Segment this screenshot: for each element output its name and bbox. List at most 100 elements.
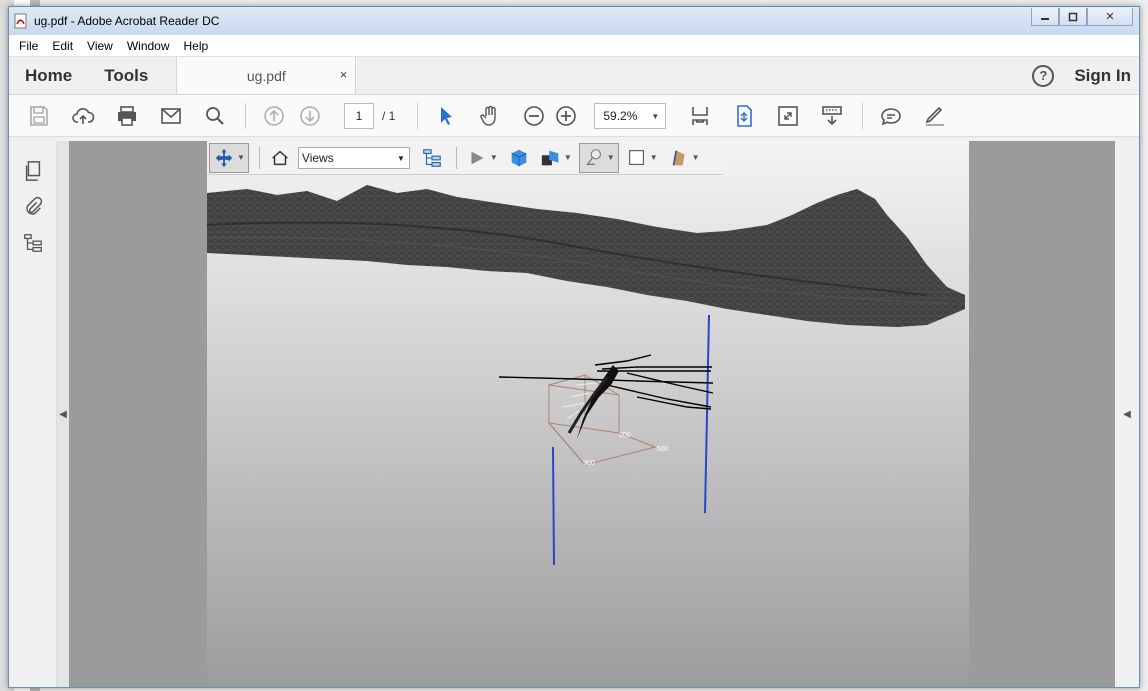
window-controls: ✕	[1031, 8, 1133, 28]
toolbar-separator	[258, 146, 260, 169]
page-fit-icon	[737, 104, 753, 127]
restore-button[interactable]	[1059, 8, 1087, 26]
tab-home[interactable]: Home	[9, 57, 88, 94]
chevron-down-icon: ▼	[237, 153, 245, 162]
cube-icon	[511, 149, 527, 166]
window-title: ug.pdf - Adobe Acrobat Reader DC	[34, 14, 220, 28]
rotate-view-button[interactable]	[728, 100, 760, 132]
projection-button[interactable]	[505, 143, 533, 173]
minimize-button[interactable]	[1031, 8, 1059, 26]
tab-tools[interactable]: Tools	[88, 57, 164, 94]
default-view-button[interactable]	[266, 143, 294, 173]
read-mode-button[interactable]	[816, 100, 848, 132]
model-tree-button[interactable]	[9, 225, 57, 261]
acrobat-window: ug.pdf - Adobe Acrobat Reader DC ✕ File …	[8, 6, 1140, 688]
render-mode-button[interactable]: ▼	[537, 143, 575, 173]
spotlight-icon	[586, 148, 601, 165]
toolbar-separator	[455, 146, 457, 169]
main-toolbar: 1 / 1 59.2% ▼	[9, 95, 1139, 137]
tab-document[interactable]: ug.pdf ×	[176, 57, 357, 94]
page-number-input[interactable]: 1	[344, 102, 374, 129]
zoom-out-button[interactable]	[518, 100, 550, 132]
fit-page-icon	[692, 106, 709, 125]
comment-button[interactable]	[875, 100, 907, 132]
keyboard-download-icon	[822, 105, 843, 125]
email-button[interactable]	[155, 100, 187, 132]
model-tree-icon	[24, 234, 42, 252]
views-select[interactable]: Views ▼	[297, 146, 410, 169]
menu-view[interactable]: View	[80, 39, 120, 53]
select-tool-button[interactable]	[430, 100, 462, 132]
zoom-in-button[interactable]	[550, 100, 582, 132]
minus-circle-icon	[524, 105, 545, 126]
document-tab-label: ug.pdf	[246, 67, 286, 84]
cloud-upload-button[interactable]	[67, 100, 99, 132]
color-swatch-icon	[628, 149, 644, 165]
menu-file[interactable]: File	[12, 39, 45, 53]
chevron-down-icon: ▼	[397, 153, 405, 163]
help-icon[interactable]: ?	[1032, 64, 1055, 87]
terrain-surface	[207, 185, 965, 327]
hand-tool-button[interactable]	[474, 100, 506, 132]
comment-icon	[881, 107, 902, 125]
page-thumbnails-button[interactable]	[9, 153, 57, 189]
close-window-button[interactable]: ✕	[1087, 8, 1133, 26]
cross-section-button[interactable]: ▼	[665, 143, 703, 173]
sign-in-button[interactable]: Sign In	[1074, 66, 1131, 86]
3d-rotate-tool-button[interactable]: ▼	[209, 142, 249, 173]
box-axis-label: 500	[657, 446, 669, 453]
play-icon	[471, 151, 484, 164]
chevron-down-icon: ▼	[649, 153, 658, 162]
search-icon	[206, 106, 224, 125]
background-color-button[interactable]: ▼	[623, 143, 661, 173]
menu-window[interactable]: Window	[120, 39, 177, 53]
menu-edit[interactable]: Edit	[45, 39, 80, 53]
search-button[interactable]	[199, 100, 231, 132]
plus-circle-icon	[556, 105, 577, 126]
cursor-arrow-icon	[441, 106, 453, 125]
pen-icon	[926, 106, 945, 126]
chevron-down-icon: ▼	[606, 153, 615, 162]
save-button[interactable]	[23, 100, 55, 132]
cross-section-icon	[672, 149, 685, 166]
chevron-down-icon: ▼	[691, 153, 700, 162]
tab-row-right: ? Sign In	[1032, 57, 1139, 94]
print-button[interactable]	[111, 100, 143, 132]
chevron-down-icon: ▼	[651, 111, 660, 121]
next-page-button[interactable]	[294, 100, 326, 132]
left-panel-toggle[interactable]: ◀	[57, 141, 69, 687]
3d-model-scene[interactable]: 200 500 300	[207, 175, 969, 687]
box-axis-label: 300	[583, 460, 595, 467]
render-cubes-icon	[541, 150, 559, 165]
previous-page-button[interactable]	[258, 100, 290, 132]
full-screen-button[interactable]	[772, 100, 804, 132]
play-animation-button[interactable]: ▼	[463, 143, 501, 173]
paperclip-icon	[26, 196, 43, 215]
envelope-icon	[161, 107, 181, 124]
cloud-upload-icon	[72, 107, 95, 124]
drill-cluster	[562, 365, 619, 439]
highlight-button[interactable]	[919, 100, 951, 132]
attachments-button[interactable]	[9, 189, 57, 225]
tab-row: Home Tools ug.pdf × ? Sign In	[9, 57, 1139, 95]
printer-icon	[118, 105, 136, 126]
3d-toolbar: ▼ Views ▼ ▼ ▼ ▼ ▼ ▼	[207, 141, 723, 175]
arrow-up-circle-icon	[264, 105, 284, 126]
close-tab-icon[interactable]: ×	[340, 67, 348, 82]
page-total: / 1	[382, 108, 396, 123]
views-select-label: Views	[301, 150, 334, 165]
restore-icon	[1068, 12, 1078, 21]
right-panel-toggle[interactable]: ◀	[1115, 141, 1139, 687]
menu-help[interactable]: Help	[177, 39, 216, 53]
fit-width-button[interactable]	[684, 100, 716, 132]
document-area: ▼ Views ▼ ▼ ▼ ▼ ▼ ▼ 200 500 300	[69, 141, 1115, 687]
pages-icon	[25, 161, 41, 181]
zoom-level-select[interactable]: 59.2% ▼	[594, 102, 667, 129]
borehole-line	[552, 446, 555, 566]
model-tree-icon	[423, 148, 441, 167]
arrow-down-circle-icon	[300, 105, 320, 126]
model-tree-toggle-button[interactable]	[418, 143, 446, 173]
box-axis-label: 200	[619, 432, 631, 439]
left-navigation-rail	[9, 141, 57, 687]
lighting-button[interactable]: ▼	[578, 142, 619, 173]
